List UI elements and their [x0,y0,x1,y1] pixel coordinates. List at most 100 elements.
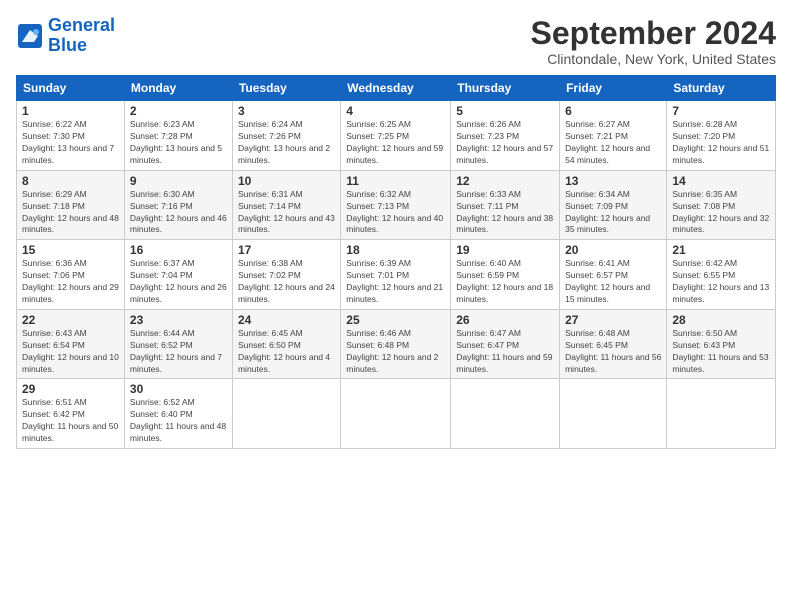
calendar-cell [560,379,667,449]
day-info: Sunrise: 6:33 AMSunset: 7:11 PMDaylight:… [456,189,554,237]
day-info: Sunrise: 6:30 AMSunset: 7:16 PMDaylight:… [130,189,227,237]
day-number: 28 [672,313,770,327]
calendar-cell: 12Sunrise: 6:33 AMSunset: 7:11 PMDayligh… [451,170,560,240]
day-info: Sunrise: 6:25 AMSunset: 7:25 PMDaylight:… [346,119,445,167]
calendar-cell: 9Sunrise: 6:30 AMSunset: 7:16 PMDaylight… [124,170,232,240]
day-number: 10 [238,174,335,188]
logo-text: General Blue [48,16,115,56]
header: General Blue September 2024 Clintondale,… [16,16,776,67]
calendar-cell: 19Sunrise: 6:40 AMSunset: 6:59 PMDayligh… [451,240,560,310]
day-number: 25 [346,313,445,327]
day-number: 19 [456,243,554,257]
day-info: Sunrise: 6:46 AMSunset: 6:48 PMDaylight:… [346,328,445,376]
day-number: 16 [130,243,227,257]
calendar-cell: 7Sunrise: 6:28 AMSunset: 7:20 PMDaylight… [667,101,776,171]
calendar-cell: 28Sunrise: 6:50 AMSunset: 6:43 PMDayligh… [667,309,776,379]
day-number: 26 [456,313,554,327]
day-info: Sunrise: 6:26 AMSunset: 7:23 PMDaylight:… [456,119,554,167]
calendar-cell: 4Sunrise: 6:25 AMSunset: 7:25 PMDaylight… [341,101,451,171]
day-number: 11 [346,174,445,188]
day-number: 18 [346,243,445,257]
day-number: 21 [672,243,770,257]
calendar-cell: 14Sunrise: 6:35 AMSunset: 7:08 PMDayligh… [667,170,776,240]
calendar-cell: 1Sunrise: 6:22 AMSunset: 7:30 PMDaylight… [17,101,125,171]
calendar-cell: 6Sunrise: 6:27 AMSunset: 7:21 PMDaylight… [560,101,667,171]
calendar-week-1: 1Sunrise: 6:22 AMSunset: 7:30 PMDaylight… [17,101,776,171]
col-header-thursday: Thursday [451,76,560,101]
month-title: September 2024 [531,16,776,51]
calendar-cell: 15Sunrise: 6:36 AMSunset: 7:06 PMDayligh… [17,240,125,310]
calendar-cell: 25Sunrise: 6:46 AMSunset: 6:48 PMDayligh… [341,309,451,379]
day-number: 3 [238,104,335,118]
day-number: 30 [130,382,227,396]
col-header-friday: Friday [560,76,667,101]
col-header-saturday: Saturday [667,76,776,101]
day-info: Sunrise: 6:22 AMSunset: 7:30 PMDaylight:… [22,119,119,167]
calendar-cell: 22Sunrise: 6:43 AMSunset: 6:54 PMDayligh… [17,309,125,379]
calendar-header-row: SundayMondayTuesdayWednesdayThursdayFrid… [17,76,776,101]
day-info: Sunrise: 6:35 AMSunset: 7:08 PMDaylight:… [672,189,770,237]
day-number: 1 [22,104,119,118]
day-number: 23 [130,313,227,327]
day-info: Sunrise: 6:47 AMSunset: 6:47 PMDaylight:… [456,328,554,376]
day-info: Sunrise: 6:43 AMSunset: 6:54 PMDaylight:… [22,328,119,376]
calendar-cell: 18Sunrise: 6:39 AMSunset: 7:01 PMDayligh… [341,240,451,310]
day-info: Sunrise: 6:39 AMSunset: 7:01 PMDaylight:… [346,258,445,306]
logo-general: General [48,15,115,35]
col-header-sunday: Sunday [17,76,125,101]
day-number: 4 [346,104,445,118]
day-info: Sunrise: 6:48 AMSunset: 6:45 PMDaylight:… [565,328,661,376]
calendar-cell: 27Sunrise: 6:48 AMSunset: 6:45 PMDayligh… [560,309,667,379]
calendar-cell: 8Sunrise: 6:29 AMSunset: 7:18 PMDaylight… [17,170,125,240]
day-info: Sunrise: 6:44 AMSunset: 6:52 PMDaylight:… [130,328,227,376]
page-container: General Blue September 2024 Clintondale,… [0,0,792,612]
calendar-week-4: 22Sunrise: 6:43 AMSunset: 6:54 PMDayligh… [17,309,776,379]
day-info: Sunrise: 6:38 AMSunset: 7:02 PMDaylight:… [238,258,335,306]
calendar-week-2: 8Sunrise: 6:29 AMSunset: 7:18 PMDaylight… [17,170,776,240]
day-number: 5 [456,104,554,118]
day-number: 6 [565,104,661,118]
day-number: 9 [130,174,227,188]
calendar-week-3: 15Sunrise: 6:36 AMSunset: 7:06 PMDayligh… [17,240,776,310]
day-number: 22 [22,313,119,327]
day-info: Sunrise: 6:50 AMSunset: 6:43 PMDaylight:… [672,328,770,376]
day-info: Sunrise: 6:34 AMSunset: 7:09 PMDaylight:… [565,189,661,237]
day-info: Sunrise: 6:27 AMSunset: 7:21 PMDaylight:… [565,119,661,167]
day-info: Sunrise: 6:52 AMSunset: 6:40 PMDaylight:… [130,397,227,445]
calendar-cell [341,379,451,449]
day-number: 14 [672,174,770,188]
calendar-cell: 26Sunrise: 6:47 AMSunset: 6:47 PMDayligh… [451,309,560,379]
day-info: Sunrise: 6:40 AMSunset: 6:59 PMDaylight:… [456,258,554,306]
day-info: Sunrise: 6:37 AMSunset: 7:04 PMDaylight:… [130,258,227,306]
day-number: 12 [456,174,554,188]
day-info: Sunrise: 6:51 AMSunset: 6:42 PMDaylight:… [22,397,119,445]
col-header-wednesday: Wednesday [341,76,451,101]
col-header-monday: Monday [124,76,232,101]
calendar-cell: 20Sunrise: 6:41 AMSunset: 6:57 PMDayligh… [560,240,667,310]
calendar-cell: 5Sunrise: 6:26 AMSunset: 7:23 PMDaylight… [451,101,560,171]
day-number: 27 [565,313,661,327]
day-number: 29 [22,382,119,396]
day-number: 7 [672,104,770,118]
calendar-cell: 29Sunrise: 6:51 AMSunset: 6:42 PMDayligh… [17,379,125,449]
day-number: 13 [565,174,661,188]
day-number: 2 [130,104,227,118]
day-number: 15 [22,243,119,257]
calendar-cell [667,379,776,449]
calendar-week-5: 29Sunrise: 6:51 AMSunset: 6:42 PMDayligh… [17,379,776,449]
day-number: 17 [238,243,335,257]
calendar-cell: 13Sunrise: 6:34 AMSunset: 7:09 PMDayligh… [560,170,667,240]
day-info: Sunrise: 6:31 AMSunset: 7:14 PMDaylight:… [238,189,335,237]
day-info: Sunrise: 6:41 AMSunset: 6:57 PMDaylight:… [565,258,661,306]
calendar-cell [232,379,340,449]
logo-icon [16,22,44,50]
calendar-cell: 30Sunrise: 6:52 AMSunset: 6:40 PMDayligh… [124,379,232,449]
calendar-cell: 11Sunrise: 6:32 AMSunset: 7:13 PMDayligh… [341,170,451,240]
day-info: Sunrise: 6:36 AMSunset: 7:06 PMDaylight:… [22,258,119,306]
title-block: September 2024 Clintondale, New York, Un… [531,16,776,67]
calendar-cell: 2Sunrise: 6:23 AMSunset: 7:28 PMDaylight… [124,101,232,171]
calendar-cell: 17Sunrise: 6:38 AMSunset: 7:02 PMDayligh… [232,240,340,310]
day-number: 24 [238,313,335,327]
calendar-cell: 21Sunrise: 6:42 AMSunset: 6:55 PMDayligh… [667,240,776,310]
calendar-cell: 3Sunrise: 6:24 AMSunset: 7:26 PMDaylight… [232,101,340,171]
